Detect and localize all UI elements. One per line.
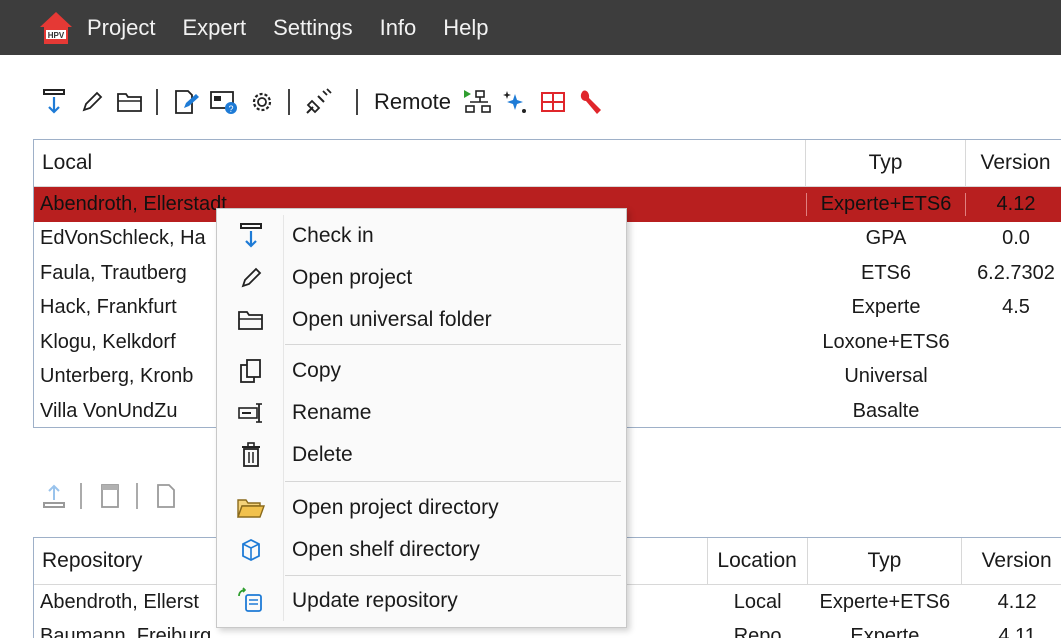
check-in-icon (217, 222, 285, 250)
menu-separator (285, 344, 621, 345)
pencil-icon[interactable] (76, 86, 108, 118)
svg-text:?: ? (228, 104, 233, 114)
menu-item-open-project[interactable]: Open project (217, 259, 626, 297)
network-icon[interactable] (461, 86, 493, 118)
column-header-version[interactable]: Version (962, 538, 1061, 584)
toolbar-separator (136, 483, 138, 509)
menu-item-delete[interactable]: Delete (217, 436, 626, 474)
project-typ: Basalte (852, 399, 920, 422)
gear-icon[interactable] (246, 86, 278, 118)
rename-icon (217, 401, 285, 425)
menu-item-label: Rename (292, 401, 372, 424)
check-in-icon[interactable] (38, 86, 70, 118)
toolbar-separator (288, 89, 290, 115)
folder-open-icon (217, 496, 285, 520)
menu-help[interactable]: Help (443, 15, 488, 41)
trash-icon (217, 441, 285, 469)
svg-text:HPV: HPV (48, 31, 65, 40)
sync-icon (217, 587, 285, 615)
repo-version: 4.11 (998, 625, 1036, 638)
project-version: 4.5 (1002, 296, 1030, 319)
sparkle-icon[interactable] (499, 86, 531, 118)
column-header-version[interactable]: Version (966, 140, 1061, 186)
folder-outline-icon (217, 308, 285, 332)
menu-item-update-repository[interactable]: Update repository (217, 582, 626, 620)
project-typ: Universal (844, 365, 928, 388)
main-toolbar: ? Remote (38, 84, 613, 120)
menu-separator (285, 575, 621, 576)
menu-item-label: Open shelf directory (292, 538, 480, 561)
edit-doc-icon[interactable] (170, 86, 202, 118)
pencil-icon (217, 266, 285, 290)
menu-item-label: Open universal folder (292, 308, 492, 331)
toolbar-separator (80, 483, 82, 509)
column-header-typ[interactable]: Typ (806, 140, 966, 186)
column-header-local[interactable]: Local (34, 140, 806, 186)
menu-bar: HPV Project Expert Settings Info Help (0, 0, 1061, 55)
table-header: Local Typ Version (34, 140, 1061, 187)
menu-item-label: Delete (292, 443, 353, 466)
menu-info[interactable]: Info (380, 15, 417, 41)
menu-item-open-project-directory[interactable]: Open project directory (217, 489, 626, 527)
plug-icon[interactable] (302, 86, 334, 118)
project-typ: Loxone+ETS6 (822, 330, 950, 353)
menu-item-label: Check in (292, 224, 374, 247)
menu-separator (285, 481, 621, 482)
layout-icon[interactable] (537, 86, 569, 118)
repo-location: Repo (733, 625, 782, 638)
project-typ: GPA (865, 227, 907, 250)
copy-icon (217, 357, 285, 385)
menu-item-rename[interactable]: Rename (217, 394, 626, 432)
page-icon[interactable] (150, 480, 182, 512)
toolbar-separator (156, 89, 158, 115)
card-info-icon[interactable]: ? (208, 86, 240, 118)
menu-item-label: Update repository (292, 589, 458, 612)
document-icon[interactable] (94, 480, 126, 512)
context-menu: Check in Open project Open universal fol… (216, 208, 627, 628)
column-header-typ[interactable]: Typ (808, 538, 963, 584)
remote-button[interactable]: Remote (374, 89, 451, 115)
menu-expert[interactable]: Expert (182, 15, 246, 41)
wrench-icon[interactable] (575, 86, 607, 118)
menu-item-check-in[interactable]: Check in (217, 217, 626, 255)
toolbar-separator (356, 89, 358, 115)
repo-version: 4.12 (997, 590, 1037, 613)
project-typ: Experte+ETS6 (806, 192, 966, 216)
menu-item-label: Open project directory (292, 496, 499, 519)
menu-settings[interactable]: Settings (273, 15, 353, 41)
project-typ: ETS6 (860, 261, 912, 284)
menu-item-open-shelf-directory[interactable]: Open shelf directory (217, 531, 626, 569)
project-version: 6.2.7302 (977, 261, 1055, 284)
cube-icon (217, 536, 285, 564)
project-version: 4.12 (996, 192, 1036, 215)
app-logo[interactable]: HPV (35, 7, 77, 49)
menu-item-label: Copy (292, 359, 342, 382)
project-version: 0.0 (1002, 227, 1030, 250)
repo-typ: Experte (850, 625, 920, 638)
repo-location: Local (733, 590, 782, 613)
check-out-icon[interactable] (38, 480, 70, 512)
folder-icon[interactable] (114, 86, 146, 118)
project-typ: Experte (851, 296, 921, 319)
column-header-location[interactable]: Location (708, 538, 808, 584)
menu-item-open-universal-folder[interactable]: Open universal folder (217, 301, 626, 339)
repo-typ: Experte+ETS6 (819, 590, 951, 613)
repository-toolbar (38, 478, 188, 514)
menu-item-copy[interactable]: Copy (217, 352, 626, 390)
menu-project[interactable]: Project (87, 15, 155, 41)
menu-item-label: Open project (292, 266, 413, 289)
